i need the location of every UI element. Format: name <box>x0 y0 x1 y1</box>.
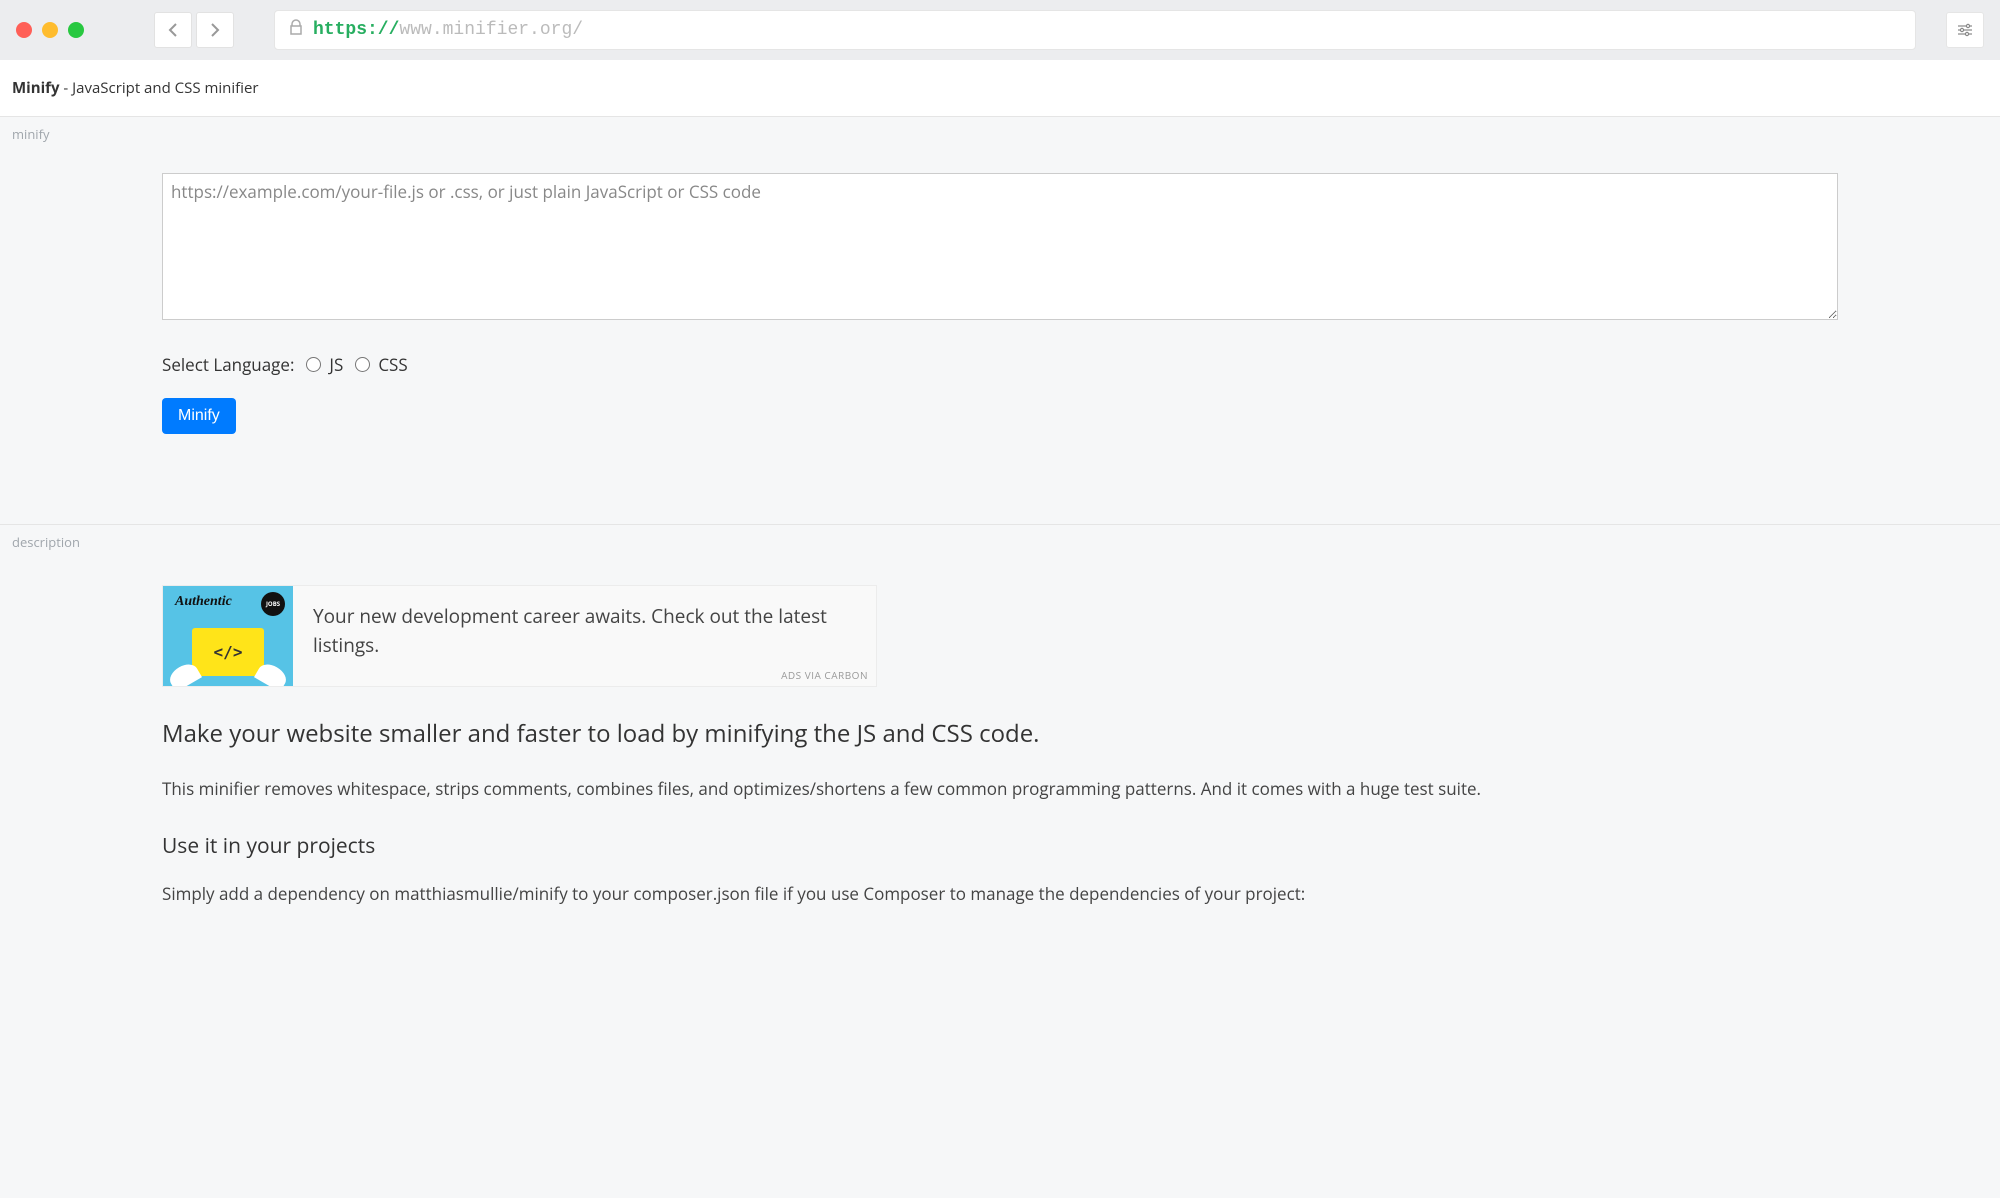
nav-buttons <box>154 12 234 48</box>
code-input[interactable] <box>162 173 1838 320</box>
carbon-ad[interactable]: Authentic JOBS </> Your new development … <box>162 585 877 687</box>
radio-css-label: CSS <box>378 353 407 376</box>
close-window-icon[interactable] <box>16 22 32 38</box>
site-name: Minify <box>12 78 60 98</box>
section-label-description: description <box>0 525 2000 551</box>
minify-form: Select Language: JS CSS Minify <box>162 143 1838 484</box>
address-bar[interactable]: https://www.minifier.org/ <box>274 10 1916 50</box>
minimize-window-icon[interactable] <box>42 22 58 38</box>
radio-js[interactable] <box>306 357 321 372</box>
ad-badge: JOBS <box>261 592 285 616</box>
description-headline: Make your website smaller and faster to … <box>162 717 1838 751</box>
page-header: Minify - JavaScript and CSS minifier <box>0 60 2000 117</box>
site-tagline: - JavaScript and CSS minifier <box>60 78 259 98</box>
maximize-window-icon[interactable] <box>68 22 84 38</box>
url-scheme: https:// <box>313 20 399 40</box>
lock-icon <box>289 19 303 41</box>
radio-css[interactable] <box>355 357 370 372</box>
sliders-icon <box>1957 23 1973 37</box>
ad-via-label: ADS VIA CARBON <box>781 668 868 682</box>
description-paragraph1: This minifier removes whitespace, strips… <box>162 775 1838 802</box>
select-language-label: Select Language: <box>162 353 294 376</box>
browser-chrome: https://www.minifier.org/ <box>0 0 2000 60</box>
chevron-left-icon <box>168 23 178 37</box>
forward-button[interactable] <box>196 12 234 48</box>
radio-js-label: JS <box>329 353 343 376</box>
description-content: Authentic JOBS </> Your new development … <box>162 551 1838 907</box>
minify-button[interactable]: Minify <box>162 398 236 434</box>
minify-section-block: minify Select Language: JS CSS Minify <box>0 117 2000 525</box>
ad-logo-text: Authentic <box>175 594 232 610</box>
window-controls <box>16 22 84 38</box>
language-selector-row: Select Language: JS CSS <box>162 353 1838 376</box>
code-icon: </> <box>214 643 243 662</box>
description-paragraph2: Simply add a dependency on matthiasmulli… <box>162 880 1838 907</box>
url-text: https://www.minifier.org/ <box>313 20 583 40</box>
ad-image: Authentic JOBS </> <box>163 586 293 686</box>
description-section-block: description Authentic JOBS </> Your new … <box>0 525 2000 971</box>
chevron-right-icon <box>210 23 220 37</box>
url-host-path: www.minifier.org/ <box>399 20 583 40</box>
section-label-minify: minify <box>0 117 2000 143</box>
description-subheading: Use it in your projects <box>162 832 1838 860</box>
back-button[interactable] <box>154 12 192 48</box>
ad-laptop-icon: </> <box>192 628 264 676</box>
settings-button[interactable] <box>1946 12 1984 48</box>
